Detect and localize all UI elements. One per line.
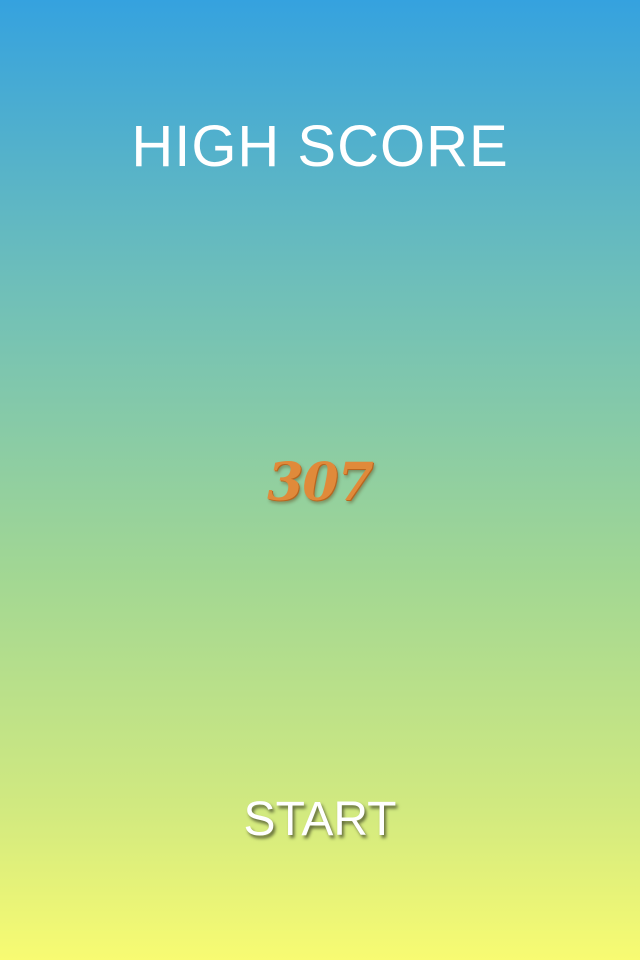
- high-score-title: HIGH SCORE: [131, 114, 509, 179]
- high-score-screen: HIGH SCORE 307 START: [0, 0, 640, 960]
- high-score-value: 307: [267, 452, 374, 513]
- start-button[interactable]: START: [220, 788, 420, 852]
